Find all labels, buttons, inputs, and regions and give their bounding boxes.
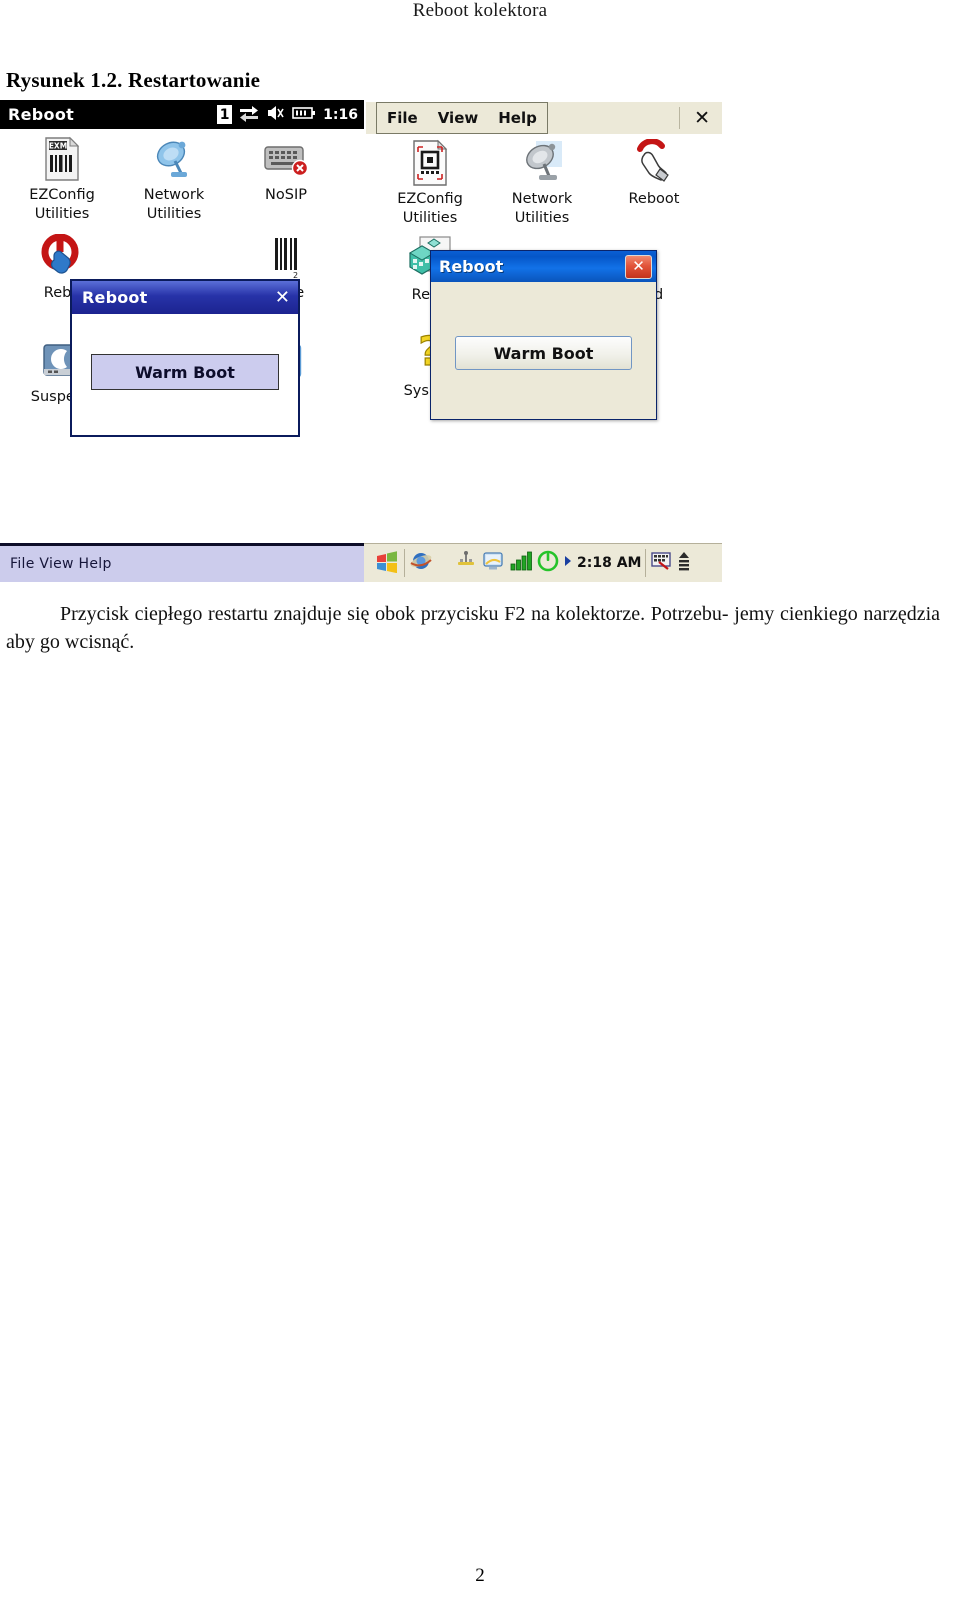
dialog-titlebar: Reboot ✕ [431, 251, 656, 282]
desktop-icon-ezconfig[interactable]: EZConfig Utilities [374, 138, 486, 228]
taskbar-menu-text[interactable]: File View Help [10, 556, 112, 572]
taskbar-right: 2:18 AM [364, 543, 722, 582]
icon-label-line2: Utilities [514, 210, 570, 226]
desktop-reboot-dialog: Reboot ✕ Warm Boot [430, 250, 657, 420]
dialog-body: Warm Boot [431, 282, 656, 419]
device-title: Reboot [8, 105, 75, 124]
menu-group: File View Help [376, 102, 548, 134]
device-icon-nosip[interactable]: NoSIP [230, 135, 342, 205]
antenna-icon[interactable] [455, 550, 477, 577]
satellite-dish-icon [118, 135, 230, 183]
figure-screenshot: Reboot 1 1:16 EXM EZConfig Utilities Net… [0, 100, 722, 582]
device-status-tray: 1 1:16 [217, 100, 360, 129]
ezconfig-barcode-icon: EXM [6, 135, 118, 183]
icon-label-line1: EZConfig [29, 187, 95, 203]
icon-label-line1: NoSIP [265, 187, 307, 203]
icon-label-line2: Utilities [34, 206, 90, 222]
keyboard-disabled-icon [230, 135, 342, 183]
signal-bars-icon[interactable] [509, 550, 533, 577]
dialog-title: Reboot [439, 257, 504, 276]
arrow-up-icon[interactable] [676, 550, 692, 577]
barcode-icon: 2 [230, 233, 342, 281]
icon-label-line1: Reboot [628, 191, 680, 207]
speaker-mute-icon [266, 104, 286, 126]
device-icon-ezconfig[interactable]: EXM EZConfig Utilities [6, 135, 118, 224]
device-reboot-dialog: Reboot ✕ Warm Boot [70, 279, 300, 437]
taskbar-clock[interactable]: 2:18 AM [577, 555, 641, 571]
power-icon[interactable] [537, 550, 559, 577]
warm-boot-button[interactable]: Warm Boot [91, 354, 279, 390]
figure-caption: Przycisk ciepłego restartu znajduje się … [6, 600, 940, 656]
svg-text:EXM: EXM [49, 142, 67, 151]
device-titlebar: Reboot 1 1:16 [0, 100, 364, 129]
dialog-body: Warm Boot [72, 314, 298, 435]
tray-divider-1 [404, 549, 405, 577]
windows-start-icon[interactable] [374, 549, 400, 578]
dialog-title: Reboot [82, 288, 148, 307]
desktop-menubar: File View Help ✕ [366, 102, 722, 134]
menubar-divider [679, 107, 681, 129]
icon-label-line1: Network [511, 191, 573, 207]
signal-count-badge: 1 [217, 105, 233, 124]
device-panel: Reboot 1 1:16 EXM EZConfig Utilities Net… [0, 100, 364, 540]
device-icon-network[interactable]: Network Utilities [118, 135, 230, 224]
figure-heading: Rysunek 1.2. Restartowanie [6, 68, 261, 92]
page-number: 2 [475, 1565, 485, 1586]
warm-boot-button[interactable]: Warm Boot [455, 336, 632, 370]
device-clock: 1:16 [323, 106, 358, 123]
icon-label-line1: EZConfig [397, 191, 463, 207]
icon-label-line1: Network [143, 187, 205, 203]
close-icon[interactable]: ✕ [275, 288, 290, 307]
menu-item-view[interactable]: View [438, 109, 479, 127]
desktop-icons-area: EZConfig Utilities Network Utilities Reb… [366, 134, 722, 540]
taskbar: File View Help 2:18 AM [0, 543, 722, 582]
icon-label-line2: Utilities [146, 206, 202, 222]
internet-explorer-icon[interactable] [409, 550, 433, 577]
caption-line-1: Przycisk ciepłego restartu znajduje się … [60, 603, 729, 625]
desktop-icon-network[interactable]: Network Utilities [486, 138, 598, 228]
icon-label-line2: Utilities [402, 210, 458, 226]
reboot-hand-icon [598, 138, 710, 188]
network-arrows-icon [238, 104, 260, 126]
device-desktop: EXM EZConfig Utilities Network Utilities… [0, 129, 364, 540]
tray-divider-2 [645, 549, 647, 577]
close-icon[interactable]: ✕ [694, 107, 710, 129]
dialog-titlebar: Reboot ✕ [72, 281, 298, 314]
desktop-icon-reboot[interactable]: Reboot [598, 138, 710, 209]
satellite-dish-icon [486, 138, 598, 188]
menu-item-file[interactable]: File [387, 109, 418, 127]
close-icon[interactable]: ✕ [625, 254, 652, 279]
ezconfig-qr-icon [374, 138, 486, 188]
reboot-hand-icon [6, 233, 118, 281]
tray-expand-arrow-icon[interactable] [563, 554, 573, 573]
input-panel-icon[interactable] [650, 550, 672, 577]
battery-icon [292, 105, 316, 124]
running-header: Reboot kolektora [412, 0, 548, 21]
menu-item-help[interactable]: Help [498, 109, 537, 127]
monitor-icon[interactable] [481, 550, 505, 577]
desktop-panel: File View Help ✕ EZConfig Utilities Netw… [366, 100, 722, 540]
taskbar-left: File View Help [0, 543, 364, 582]
